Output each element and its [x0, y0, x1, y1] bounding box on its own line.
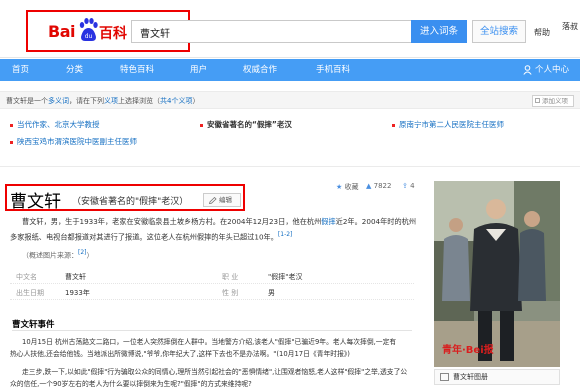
fake-fall-link[interactable]: 假摔	[321, 217, 335, 226]
collect-label: 收藏	[344, 183, 359, 191]
hint-text: ）	[86, 251, 94, 260]
notice-suffix: ）	[192, 97, 200, 105]
polysemy-notice: 曹文轩是一个多义词，请在下列义项上选择浏览（共4个义项）	[6, 96, 199, 106]
polysemy-item[interactable]: 原南宁市第二人民医院主任医师	[392, 119, 504, 130]
paw-icon: du	[79, 18, 98, 41]
edit-button-label: 编辑	[219, 196, 232, 204]
all-site-search-button[interactable]: 全站搜索	[472, 20, 526, 43]
polysemy-item[interactable]: 当代作家、北京大学教授	[10, 119, 100, 130]
polysemy-item-label: 安徽省著名的“假摔”老汉	[207, 120, 292, 129]
pencil-icon	[209, 197, 217, 204]
info-key: 性 别	[222, 289, 239, 297]
event-line: 走三步,跌一下,以如此"假摔"行为骗取公众的同情心,理所当然引起社会的"恶惧情绪…	[22, 368, 408, 376]
plus-icon	[535, 98, 540, 103]
reference-link[interactable]: [1-2]	[278, 231, 292, 238]
add-item-label: 添加义项	[542, 97, 568, 105]
info-row: 中文名 曹文轩 职 业 "假摔"老汉	[10, 268, 414, 284]
share-stat[interactable]: ⇪ 4	[402, 182, 415, 190]
summary-text: 近2年。2004年时的杭州	[335, 217, 417, 226]
share-icon: ⇪	[402, 182, 408, 190]
polysemy-item-label: 陕西宝鸡市渭滨医院中医副主任医师	[17, 137, 137, 146]
photo-scene: 青年·Bei报	[434, 181, 560, 367]
nav-item-mobile[interactable]: 手机百科	[316, 59, 350, 81]
like-count: 7822	[373, 182, 392, 190]
photo-watermark: 青年·Bei报	[442, 343, 494, 356]
baidu-baike-logo[interactable]: Bai du 百科	[48, 18, 128, 44]
nav-item-featured[interactable]: 特色百科	[120, 59, 154, 81]
image-source-hint: （概述图片来源：[2]）	[22, 249, 94, 260]
notice-middle2: 上选择浏览（	[118, 97, 160, 105]
logo-bai-text: Bai	[48, 22, 75, 41]
page-subtitle: （安徽省著名的"假摔"老汉）	[72, 197, 189, 207]
summary-text: 多家报纸、电视台都报道对其进行了报道。这位老人在杭州假摔的年头已超过10年。	[10, 232, 278, 242]
nav-item-users[interactable]: 用户	[190, 59, 207, 81]
info-value: 曹文轩	[65, 273, 86, 281]
item-link[interactable]: 义项	[104, 97, 118, 105]
photo-album-link[interactable]: 曹文轩图册	[434, 369, 560, 385]
add-item-button[interactable]: 添加义项	[532, 95, 574, 107]
personal-center-link[interactable]: 个人中心	[535, 59, 569, 81]
share-count: 4	[410, 182, 415, 190]
notice-middle: ，请在下列	[69, 97, 104, 105]
page-title: 曹文轩	[10, 192, 61, 212]
summary-text: 曹文轩，男，生于1933年，老家在安徽临泉县土坡乡杨方村。在2004年12月23…	[22, 217, 322, 226]
photo-caption-label: 曹文轩图册	[453, 373, 488, 381]
collect-stat[interactable]: ★ 收藏	[336, 182, 359, 192]
polysemy-item-label: 当代作家、北京大学教授	[17, 120, 100, 129]
user-name[interactable]: 落叔	[562, 22, 578, 32]
hint-text: （概述图片来源：	[22, 251, 78, 260]
logo-baike-text: 百科	[99, 26, 127, 42]
polysemy-link[interactable]: 多义词	[48, 97, 69, 105]
bullet-icon	[200, 123, 203, 127]
search-query: 曹文轩	[140, 29, 170, 40]
polysemy-item[interactable]: 陕西宝鸡市渭滨医院中医副主任医师	[10, 136, 137, 147]
polysemy-item-current: 安徽省著名的“假摔”老汉	[200, 119, 292, 130]
polysemy-item-label: 原南宁市第二人民医院主任医师	[399, 120, 504, 129]
section-divider	[12, 330, 412, 331]
search-input[interactable]: 曹文轩	[131, 20, 411, 43]
bullet-icon	[392, 123, 395, 127]
info-row: 出生日期 1933年 性 别 男	[10, 284, 414, 300]
nav-item-partners[interactable]: 权威合作	[243, 59, 277, 81]
nav-item-home[interactable]: 首页	[12, 59, 29, 81]
bullet-icon	[10, 123, 13, 127]
user-icon	[523, 65, 532, 75]
logo-du-text: du	[85, 33, 93, 40]
item-count-link[interactable]: 共4个义项	[160, 97, 192, 105]
info-key: 中文名	[16, 273, 37, 281]
help-link[interactable]: 帮助	[534, 27, 550, 38]
info-value: 男	[268, 289, 275, 297]
polysemy-notice-bar: 曹文轩是一个多义词，请在下列义项上选择浏览（共4个义项） 添加义项	[0, 91, 580, 109]
event-line: 10月15日 杭州古荡路文二路口，一位老人突然摔倒在人群中。当地警方介绍,该老人…	[22, 338, 397, 346]
entry-photo[interactable]: 青年·Bei报	[434, 181, 560, 367]
star-icon: ★	[336, 183, 343, 191]
event-line: 众的信任,一个90岁左右的老人为什么要以摔倒来为生呢?"假摔"的方式来维持呢?	[10, 380, 252, 388]
info-key: 职 业	[222, 273, 239, 281]
album-icon	[440, 373, 449, 381]
thumb-up-icon: ▲	[366, 182, 372, 190]
like-stat[interactable]: ▲ 7822	[366, 182, 391, 190]
divider	[0, 166, 580, 167]
nav-item-category[interactable]: 分类	[66, 59, 83, 81]
info-value: "假摔"老汉	[268, 273, 303, 281]
edit-button[interactable]: 编辑	[203, 193, 241, 207]
event-line: 热心人扶他,还会给他钱。当地派出所微博说,"爷爷,你年纪大了,这样下去也不是办法…	[10, 350, 350, 358]
info-key: 出生日期	[16, 289, 44, 297]
header: Bai du 百科 曹文轩 进入词条 全站搜索 帮助 落叔	[0, 0, 580, 58]
main-nav: 首页 分类 特色百科 用户 权威合作 手机百科 个人中心	[0, 59, 580, 81]
info-value: 1933年	[65, 289, 90, 297]
summary-line: 多家报纸、电视台都报道对其进行了报道。这位老人在杭州假摔的年头已超过10年。[1…	[10, 229, 292, 242]
notice-prefix: 曹文轩是一个	[6, 97, 48, 105]
bullet-icon	[10, 140, 13, 144]
summary-line: 曹文轩，男，生于1933年，老家在安徽临泉县土坡乡杨方村。在2004年12月23…	[22, 216, 416, 227]
reference-link[interactable]: [2]	[78, 249, 87, 256]
enter-entry-button[interactable]: 进入词条	[411, 20, 467, 43]
section-title: 曹文轩事件	[12, 320, 55, 330]
